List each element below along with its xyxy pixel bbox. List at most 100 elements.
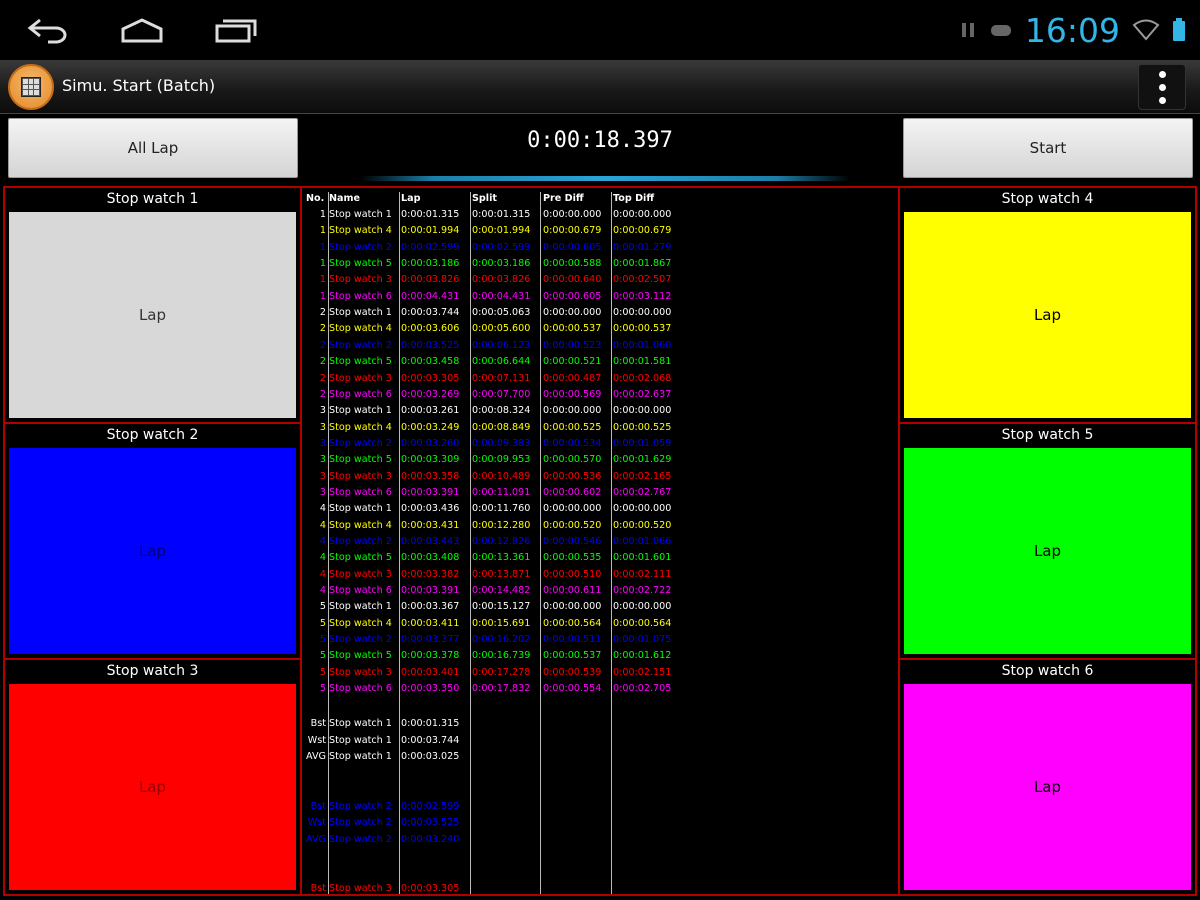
- cell-no: 2: [319, 372, 326, 384]
- summary-name: Stop watch 3: [329, 883, 392, 894]
- lap-button-label: Lap: [138, 542, 167, 560]
- stopwatch-panel-1: Stop watch 1 Lap: [3, 186, 302, 424]
- lap-button[interactable]: Lap: [904, 212, 1191, 418]
- start-button[interactable]: Start: [903, 118, 1193, 178]
- summary-name: Stop watch 1: [329, 718, 392, 729]
- overflow-menu-icon[interactable]: [1138, 64, 1186, 110]
- summary-name: Stop watch 1: [329, 734, 392, 746]
- stopwatch-title: Stop watch 5: [1001, 427, 1094, 443]
- cell-name: Stop watch 5: [329, 552, 392, 564]
- cell-split: 0:00:13.361: [472, 552, 531, 564]
- cell-name: Stop watch 3: [329, 470, 392, 482]
- cell-no: 4: [319, 503, 326, 515]
- battery-icon: [1173, 18, 1185, 41]
- cell-no: 5: [319, 683, 326, 695]
- cell-no: 1: [319, 274, 326, 286]
- cell-top: 0:00:00.537: [613, 323, 672, 335]
- cell-split: 0:00:15.127: [472, 601, 531, 613]
- cell-name: Stop watch 4: [329, 519, 392, 531]
- cell-no: 3: [319, 486, 326, 498]
- cell-name: Stop watch 6: [329, 683, 392, 695]
- cell-lap: 0:00:03.377: [401, 634, 460, 646]
- status-clock: 16:09: [1024, 10, 1120, 50]
- cell-pre: 0:00:00.564: [543, 617, 602, 629]
- cell-pre: 0:00:00.602: [543, 486, 602, 498]
- cell-split: 0:00:08.849: [472, 421, 531, 433]
- cell-name: Stop watch 5: [329, 650, 392, 662]
- cell-name: Stop watch 6: [329, 486, 392, 498]
- cell-top: 0:00:00.000: [613, 405, 672, 417]
- cell-split: 0:00:01.315: [472, 209, 531, 220]
- cell-no: 1: [319, 241, 326, 253]
- summary-lap: 0:00:03.305: [401, 883, 460, 894]
- cell-top: 0:00:01.581: [613, 356, 672, 368]
- cell-top: 0:00:01.059: [613, 437, 672, 449]
- cell-lap: 0:00:01.994: [401, 225, 460, 237]
- lap-button[interactable]: Lap: [9, 448, 296, 654]
- cell-no: 3: [319, 454, 326, 466]
- cell-lap: 0:00:03.391: [401, 486, 460, 498]
- lap-button[interactable]: Lap: [9, 212, 296, 418]
- stopwatch-title: Stop watch 2: [106, 427, 199, 443]
- cell-pre: 0:00:00.640: [543, 274, 602, 286]
- cell-top: 0:00:03.112: [613, 290, 672, 302]
- cell-lap: 0:00:03.382: [401, 568, 460, 580]
- stopwatch-title: Stop watch 3: [106, 663, 199, 679]
- stopwatch-panel-5: Stop watch 5 Lap: [898, 422, 1197, 660]
- recent-apps-icon[interactable]: [206, 12, 266, 48]
- cell-top: 0:00:01.612: [613, 650, 672, 662]
- cell-split: 0:00:17.832: [472, 683, 531, 695]
- cell-pre: 0:00:00.588: [543, 258, 602, 270]
- cell-name: Stop watch 2: [329, 241, 392, 253]
- cell-split: 0:00:15.691: [472, 617, 531, 629]
- all-lap-button-label: All Lap: [127, 139, 179, 157]
- cell-pre: 0:00:00.679: [543, 225, 602, 237]
- cell-no: 1: [319, 258, 326, 270]
- cell-top: 0:00:00.000: [613, 601, 672, 613]
- cell-pre: 0:00:00.605: [543, 241, 602, 253]
- cell-name: Stop watch 1: [329, 405, 392, 417]
- cell-pre: 0:00:00.554: [543, 683, 602, 695]
- lap-button[interactable]: Lap: [904, 684, 1191, 890]
- cell-lap: 0:00:03.367: [401, 601, 460, 613]
- back-arrow-icon[interactable]: [18, 12, 78, 48]
- cell-lap: 0:00:03.378: [401, 650, 460, 662]
- cell-lap: 0:00:03.606: [401, 323, 460, 335]
- all-lap-button[interactable]: All Lap: [8, 118, 298, 178]
- lap-button[interactable]: Lap: [904, 448, 1191, 654]
- cell-pre: 0:00:00.537: [543, 323, 602, 335]
- cell-top: 0:00:02.637: [613, 388, 672, 400]
- cell-top: 0:00:01.601: [613, 552, 672, 564]
- cell-no: 4: [319, 519, 326, 531]
- cell-pre: 0:00:00.570: [543, 454, 602, 466]
- cell-top: 0:00:00.000: [613, 307, 672, 319]
- cell-no: 4: [319, 552, 326, 564]
- lap-button[interactable]: Lap: [9, 684, 296, 890]
- cell-name: Stop watch 6: [329, 290, 392, 302]
- cell-lap: 0:00:03.186: [401, 258, 460, 270]
- home-icon[interactable]: [112, 12, 172, 48]
- cell-split: 0:00:07.131: [472, 372, 531, 384]
- stopwatch-app-icon[interactable]: [8, 64, 54, 110]
- summary-label: Bst: [310, 800, 326, 812]
- cell-top: 0:00:02.705: [613, 683, 672, 695]
- cell-name: Stop watch 3: [329, 666, 392, 678]
- cell-lap: 0:00:03.305: [401, 372, 460, 384]
- summary-label: Bst: [310, 718, 326, 729]
- cell-no: 3: [319, 421, 326, 433]
- start-button-label: Start: [1029, 139, 1067, 157]
- cell-pre: 0:00:00.510: [543, 568, 602, 580]
- cell-pre: 0:00:00.569: [543, 388, 602, 400]
- cell-no: 2: [319, 388, 326, 400]
- elapsed-timer: 0:00:18.397: [527, 128, 673, 153]
- cell-no: 5: [319, 601, 326, 613]
- cell-name: Stop watch 2: [329, 339, 392, 351]
- cell-pre: 0:00:00.546: [543, 536, 602, 547]
- cell-pre: 0:00:00.525: [543, 421, 602, 433]
- cell-no: 4: [319, 568, 326, 580]
- cell-lap: 0:00:03.391: [401, 585, 460, 597]
- lap-results-table[interactable]: No. Name Lap Split Pre Diff Top Diff 1 St…: [302, 186, 898, 896]
- cell-split: 0:00:09.953: [472, 454, 531, 466]
- cell-top: 0:00:02.722: [613, 585, 672, 597]
- cell-name: Stop watch 4: [329, 617, 392, 629]
